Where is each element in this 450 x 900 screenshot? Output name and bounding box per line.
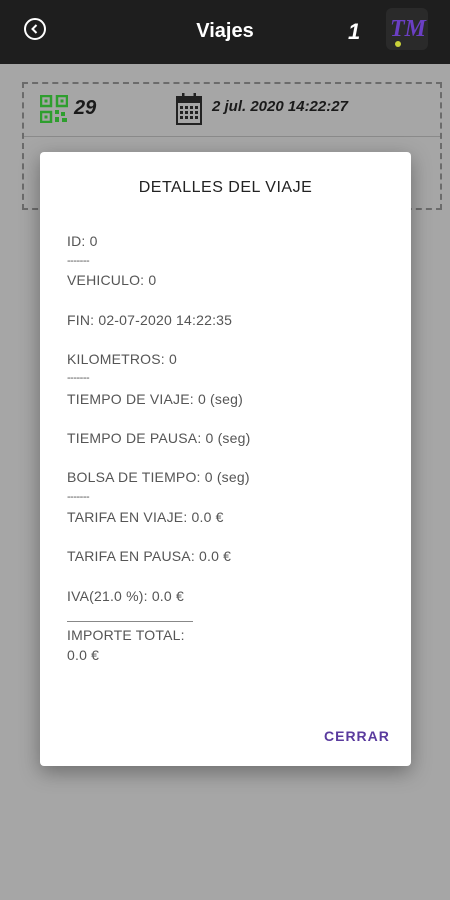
qr-code-icon (40, 95, 68, 123)
separator: ------- (67, 491, 90, 503)
field-bolsa-tiempo: BOLSA DE TIEMPO: 0 (seg) (67, 469, 250, 485)
dialog-title: DETALLES DEL VIAJE (138, 179, 313, 196)
field-tarifa-pausa: TARIFA EN PAUSA: 0.0 € (67, 548, 232, 564)
app-bar: Viajes 1 TM (0, 0, 450, 64)
field-tiempo-viaje: TIEMPO DE VIAJE: 0 (seg) (67, 391, 243, 407)
separator: ------- (67, 372, 90, 384)
svg-text:TM: TM (390, 16, 428, 42)
field-vehiculo: VEHICULO: 0 (67, 272, 157, 288)
tm-logo-icon: TM (386, 8, 428, 50)
page-title: Viajes (196, 20, 254, 42)
field-importe-total-value: 0.0 € (67, 647, 100, 663)
trip-number: 29 (74, 97, 97, 119)
separator: ------- (67, 255, 90, 267)
trip-date: 2 jul. 2020 14:22:27 (212, 98, 348, 115)
field-kilometros: KILOMETROS: 0 (67, 351, 177, 367)
field-id: ID: 0 (67, 233, 98, 249)
field-fin: FIN: 02-07-2020 14:22:35 (67, 312, 233, 328)
trip-details-dialog: DETALLES DEL VIAJE ID: 0 ------- VEHICUL… (40, 152, 411, 766)
field-tiempo-pausa: TIEMPO DE PAUSA: 0 (seg) (67, 430, 251, 446)
trip-count: 1 (348, 19, 361, 44)
field-tarifa-viaje: TARIFA EN VIAJE: 0.0 € (67, 509, 224, 525)
close-button[interactable]: CERRAR (324, 728, 390, 744)
trip-card-header: 29 2 jul. 2020 14:22:27 (24, 84, 440, 137)
divider (67, 621, 193, 623)
field-importe-total-label: IMPORTE TOTAL: (67, 627, 185, 643)
field-iva: IVA(21.0 %): 0.0 € (67, 588, 184, 604)
calendar-icon (176, 93, 202, 125)
